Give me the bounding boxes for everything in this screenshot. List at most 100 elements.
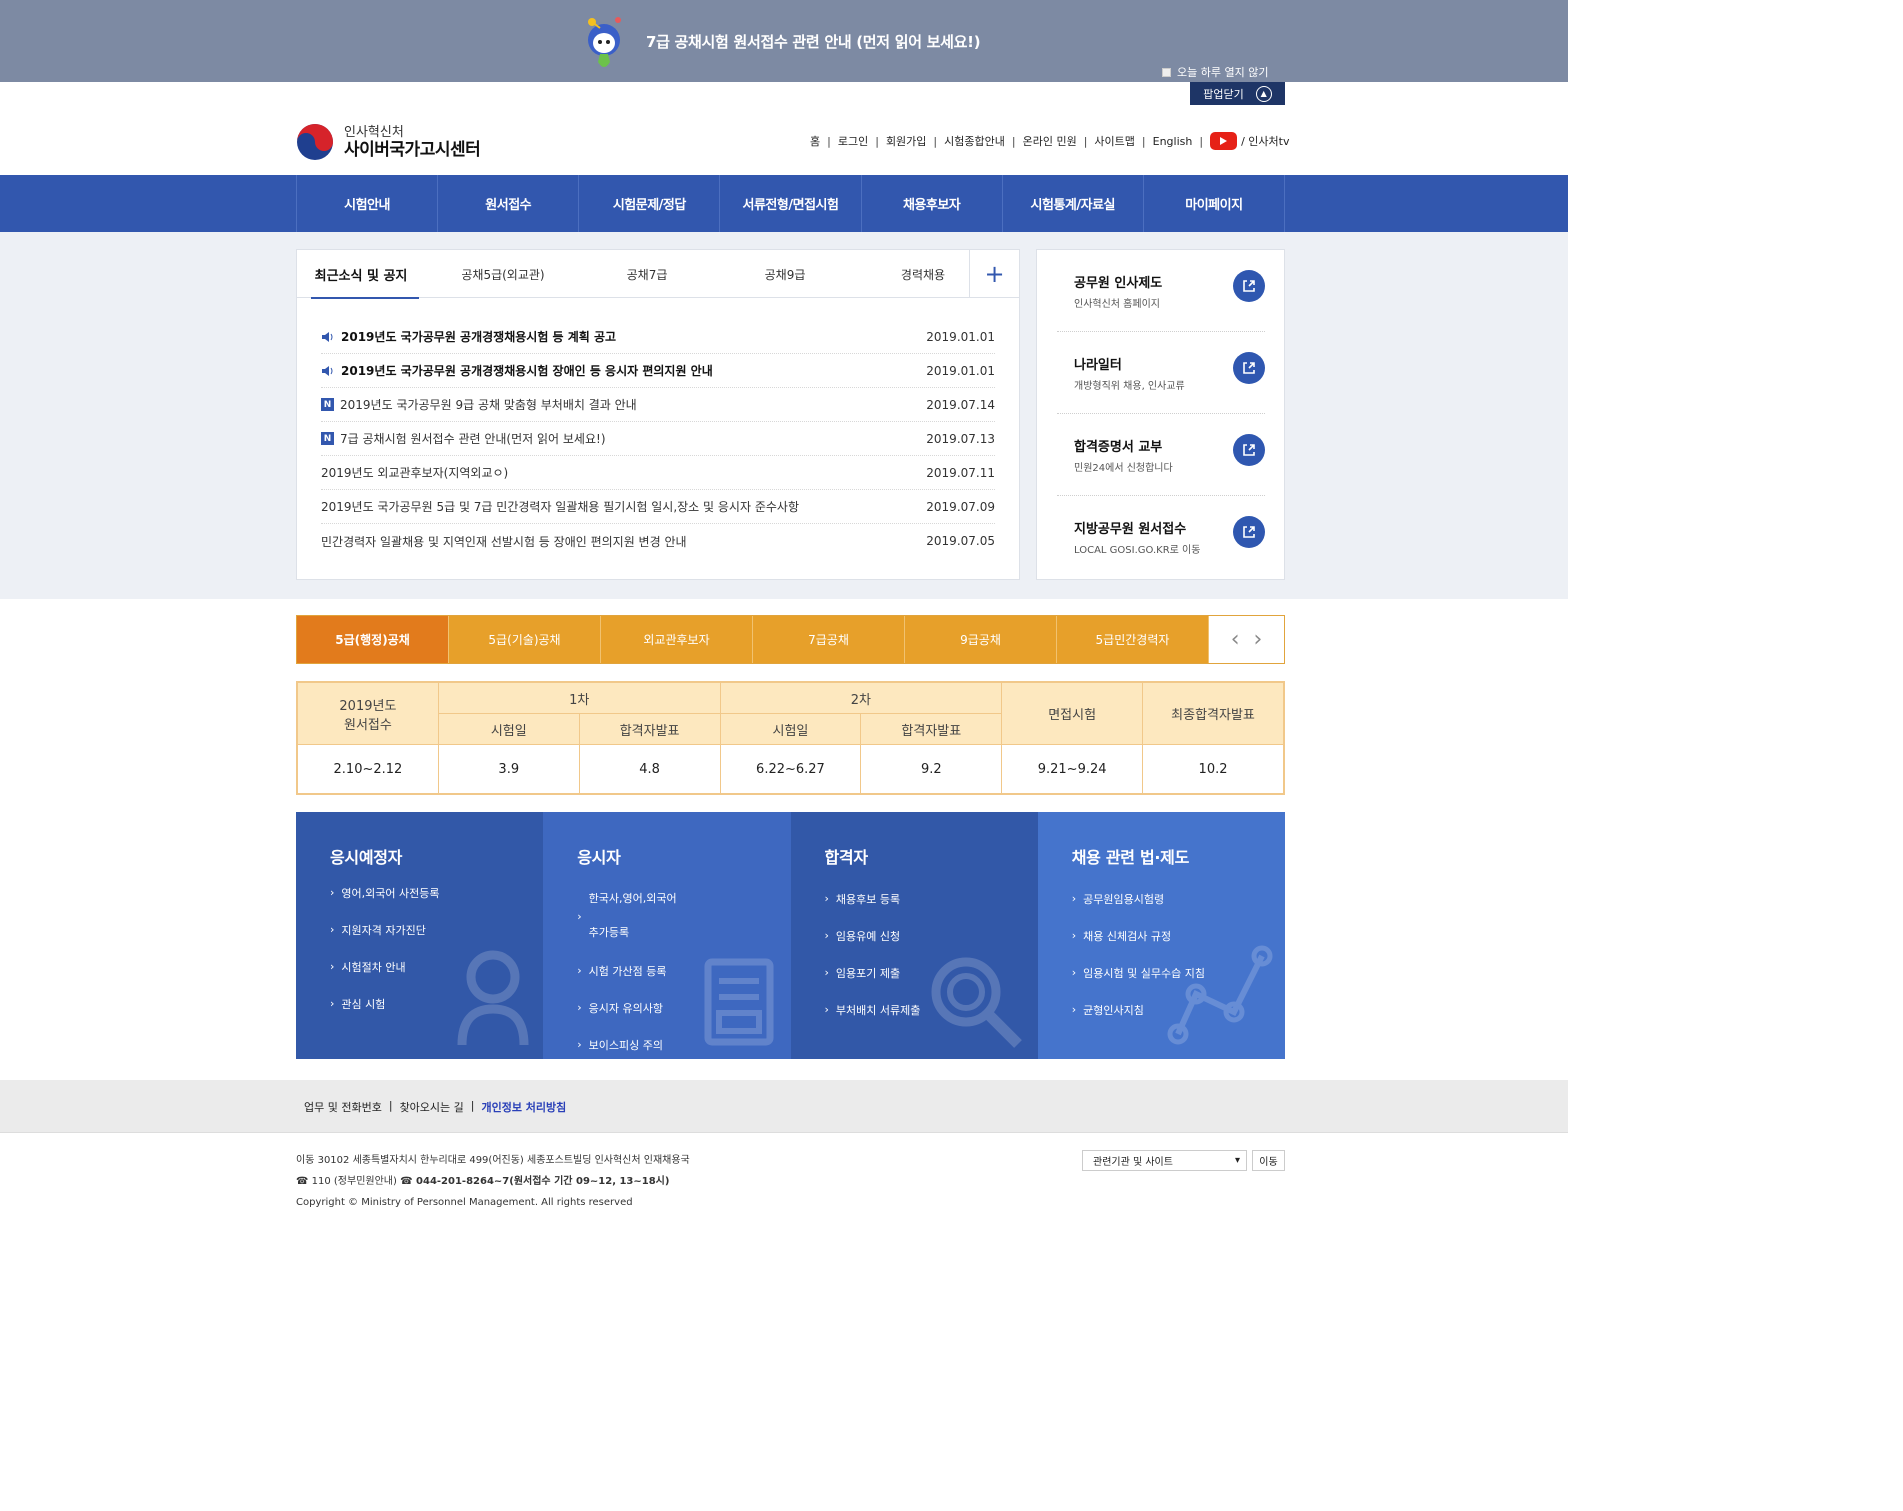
- box-passer: 합격자 › 채용후보 등록 › 임용유예 신청 › 임용포기 제출 › 부처배치 서류제…: [790, 812, 1038, 1059]
- popup-close-button[interactable]: 팝업닫기 ▲: [1190, 82, 1285, 105]
- external-link-icon[interactable]: [1233, 516, 1265, 548]
- nav-application[interactable]: 원서접수: [438, 175, 580, 232]
- list-item[interactable]: 2019년도 국가공무원 공개경쟁채용시험 장애인 등 응시자 편의지원 안내 …: [321, 354, 995, 388]
- nav-mypage[interactable]: 마이페이지: [1144, 175, 1285, 232]
- chevron-right-icon: ›: [824, 892, 829, 905]
- util-link-tv[interactable]: / 인사처tv: [1241, 133, 1289, 149]
- table-header: 면접시험: [1001, 682, 1144, 745]
- box-link[interactable]: › 채용후보 등록: [825, 880, 921, 917]
- notice-date: 2019.07.13: [926, 431, 995, 446]
- footer-phone-apply: ☎ 044-201-8264~7(원서접수 기간 09~12, 13~18시): [400, 1176, 670, 1187]
- chevron-right-icon: ›: [577, 964, 582, 977]
- quick-link-sub: 민원24에서 신청합니다: [1074, 463, 1173, 474]
- tab-grade7[interactable]: 공채7급: [581, 250, 713, 298]
- list-item[interactable]: 민간경력자 일괄채용 및 지역인재 선발시험 등 장애인 편의지원 변경 안내 …: [321, 524, 995, 558]
- nav-questions-answers[interactable]: 시험문제/정답: [579, 175, 721, 232]
- tab-diplomat[interactable]: 외교관후보자: [601, 616, 753, 663]
- box-link[interactable]: › 한국사,영어,외국어 추가등록: [577, 880, 676, 952]
- tab-grade7-schedule[interactable]: 7급공채: [753, 616, 905, 663]
- chevron-right-icon: ›: [330, 997, 335, 1010]
- box-link[interactable]: › 응시자 유의사항: [577, 989, 676, 1026]
- site-logo[interactable]: 인사혁신처 사이버국가고시센터: [296, 123, 481, 161]
- footer-link-privacy[interactable]: 개인정보 처리방침: [482, 1099, 567, 1115]
- nav-document-interview[interactable]: 서류전형/면접시험: [720, 175, 862, 232]
- box-link[interactable]: › 지원자격 자가진단: [330, 911, 439, 948]
- notice-title: 2019년도 국가공무원 공개경쟁채용시험 등 계획 공고: [341, 330, 617, 344]
- table-header: 합격자발표: [578, 713, 721, 745]
- nav-candidates[interactable]: 채용후보자: [862, 175, 1003, 232]
- quick-link-personnel-system[interactable]: 공무원 인사제도 인사혁신처 홈페이지: [1057, 250, 1265, 332]
- tab-recent-notice[interactable]: 최근소식 및 공지: [297, 250, 425, 299]
- external-link-icon[interactable]: [1233, 270, 1265, 302]
- mascot-icon: [588, 17, 621, 67]
- no-display-today-checkbox[interactable]: 오늘 하루 열지 않기: [1162, 64, 1268, 80]
- list-item[interactable]: N 2019년도 국가공무원 9급 공채 맞춤형 부처배치 결과 안내 2019.…: [321, 388, 995, 422]
- footer-address: 이동 30102 세종특별자치시 한누리대로 499(어진동) 세종포스트빌딩 …: [296, 1155, 690, 1166]
- chevron-left-icon[interactable]: ‹: [1231, 627, 1240, 652]
- box-link[interactable]: › 시험 가산점 등록: [577, 952, 676, 989]
- box-link[interactable]: › 부처배치 서류제출: [825, 991, 921, 1028]
- table-header: 합격자발표: [860, 713, 1003, 745]
- magnifier-icon: [931, 957, 1022, 1048]
- box-link[interactable]: › 영어,외국어 사전등록: [330, 874, 439, 911]
- box-title: 채용 관련 법·제도: [1071, 848, 1190, 867]
- box-title: 응시자: [577, 848, 621, 867]
- util-link-join[interactable]: 회원가입: [886, 133, 926, 149]
- box-link[interactable]: › 관심 시험: [330, 985, 439, 1022]
- notice-more-button[interactable]: +: [969, 250, 1019, 298]
- util-link-sitemap[interactable]: 사이트맵: [1094, 133, 1134, 149]
- external-link-icon[interactable]: [1233, 434, 1265, 466]
- box-link[interactable]: › 임용유예 신청: [825, 917, 921, 954]
- quick-link-title: 공무원 인사제도: [1074, 276, 1163, 291]
- speaker-icon: [322, 331, 333, 342]
- util-link-login[interactable]: 로그인: [838, 133, 868, 149]
- util-link-english[interactable]: English: [1153, 135, 1193, 148]
- nav-exam-info[interactable]: 시험안내: [297, 175, 439, 232]
- external-link-icon[interactable]: [1233, 352, 1265, 384]
- table-cell: 3.9: [437, 744, 580, 794]
- notice-date: 2019.07.09: [926, 499, 995, 514]
- box-link[interactable]: › 보이스피싱 주의: [577, 1026, 676, 1059]
- quick-link-sub: LOCAL GOSI.GO.KR로 이동: [1074, 545, 1201, 556]
- util-link-exam-guide[interactable]: 시험종합안내: [944, 133, 1005, 149]
- list-item[interactable]: N 7급 공채시험 원서접수 관련 안내(먼저 읽어 보세요!) 2019.07.…: [321, 422, 995, 456]
- footer-link-directions[interactable]: 찾아오시는 길: [400, 1099, 464, 1115]
- chevron-right-icon: ›: [1071, 929, 1077, 942]
- box-link[interactable]: › 임용포기 제출: [825, 954, 921, 991]
- tab-grade5-admin[interactable]: 5급(행정)공채: [297, 616, 449, 663]
- tab-grade9-schedule[interactable]: 9급공채: [905, 616, 1057, 663]
- tab-grade5-diplomat[interactable]: 공채5급(외교관): [425, 250, 581, 298]
- footer-info: 이동 30102 세종특별자치시 한누리대로 499(어진동) 세종포스트빌딩 …: [296, 1150, 690, 1213]
- popup-title[interactable]: 7급 공채시험 원서접수 관련 안내 (먼저 읽어 보세요!): [646, 31, 981, 52]
- footer-link-contacts[interactable]: 업무 및 전화번호: [304, 1099, 382, 1115]
- box-link[interactable]: › 시험절차 안내: [330, 948, 439, 985]
- list-item[interactable]: 2019년도 국가공무원 5급 및 7급 민간경력자 일괄채용 필기시험 일시,…: [321, 490, 995, 524]
- chevron-right-icon: ›: [824, 929, 829, 942]
- quick-link-narailter[interactable]: 나라일터 개방형직위 채용, 인사교류: [1057, 332, 1265, 414]
- util-link-online-civil[interactable]: 온라인 민원: [1023, 133, 1077, 149]
- list-item[interactable]: 2019년도 외교관후보자(지역외교ㅇ) 2019.07.11: [321, 456, 995, 490]
- chevron-right-icon[interactable]: ›: [1254, 627, 1263, 652]
- box-link[interactable]: › 공무원임용시험령: [1072, 880, 1205, 917]
- quick-link-title: 지방공무원 원서접수: [1074, 522, 1187, 537]
- table-cell: 9.21~9.24: [1001, 744, 1144, 794]
- network-graph-icon: [1167, 945, 1273, 1045]
- quick-link-local-gosi[interactable]: 지방공무원 원서접수 LOCAL GOSI.GO.KR로 이동: [1057, 496, 1265, 578]
- util-link-home[interactable]: 홈: [810, 133, 820, 149]
- quick-link-sub: 인사혁신처 홈페이지: [1074, 299, 1160, 310]
- related-sites-go-button[interactable]: 이동: [1252, 1150, 1285, 1171]
- nav-statistics[interactable]: 시험통계/자료실: [1003, 175, 1144, 232]
- notice-title: 민간경력자 일괄채용 및 지역인재 선발시험 등 장애인 편의지원 변경 안내: [321, 534, 687, 549]
- speaker-icon: [322, 365, 333, 376]
- tab-grade5-tech[interactable]: 5급(기술)공채: [449, 616, 601, 663]
- notice-panel: 최근소식 및 공지 공채5급(외교관) 공채7급 공채9급 경력채용 + 201…: [296, 249, 1020, 580]
- checkbox-icon[interactable]: [1162, 67, 1171, 77]
- notice-tabs: 최근소식 및 공지 공채5급(외교관) 공채7급 공채9급 경력채용: [297, 250, 1019, 299]
- quick-link-certificate[interactable]: 합격증명서 교부 민원24에서 신청합니다: [1057, 414, 1265, 496]
- list-item[interactable]: 2019년도 국가공무원 공개경쟁채용시험 등 계획 공고 2019.01.01: [321, 320, 995, 354]
- tab-grade9[interactable]: 공채9급: [713, 250, 857, 298]
- footer-links: 업무 및 전화번호 | 찾아오시는 길 | 개인정보 처리방침: [304, 1099, 567, 1115]
- related-sites-select[interactable]: 관련기관 및 사이트 ▾: [1082, 1150, 1247, 1171]
- youtube-icon[interactable]: [1210, 132, 1238, 150]
- tab-grade5-private[interactable]: 5급민간경력자: [1057, 616, 1209, 663]
